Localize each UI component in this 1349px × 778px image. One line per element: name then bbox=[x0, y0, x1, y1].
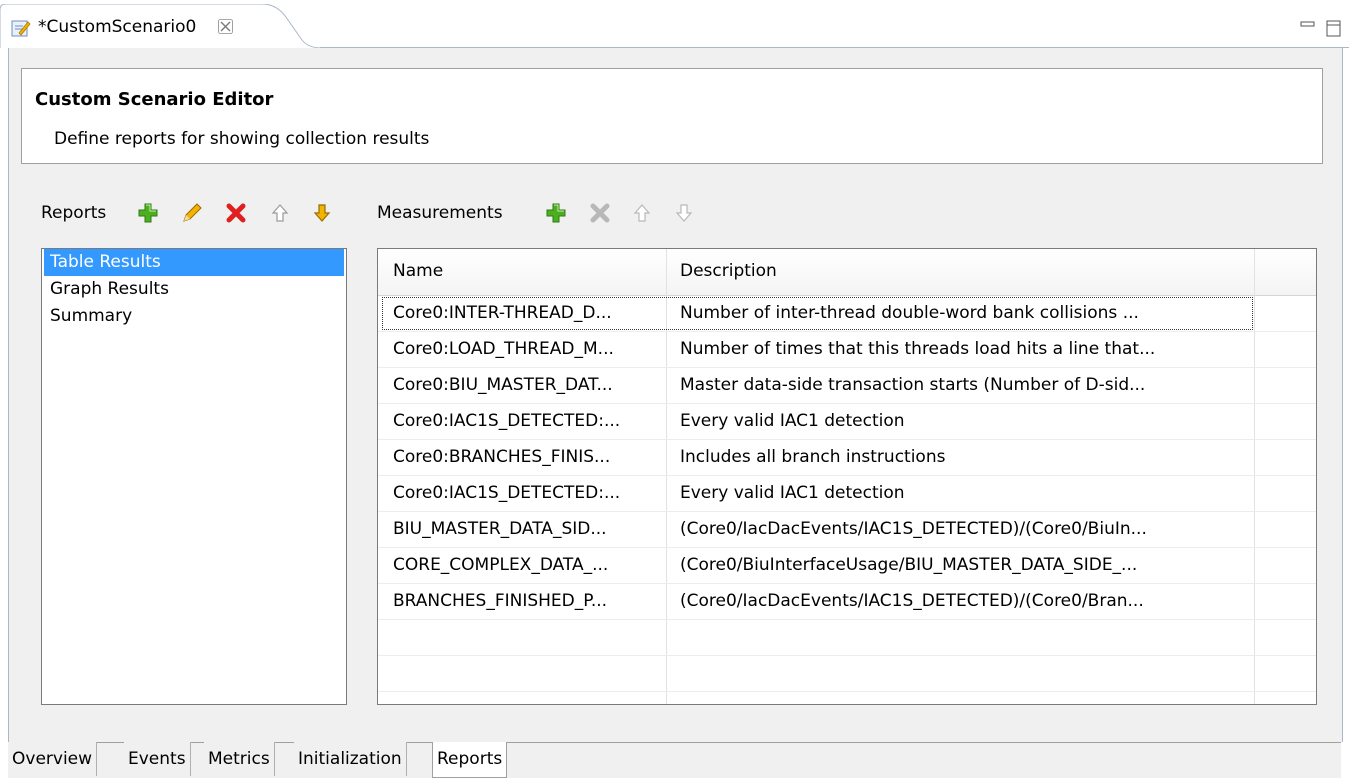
view-controls bbox=[1299, 20, 1343, 40]
list-item[interactable]: Summary bbox=[44, 303, 344, 330]
table-row[interactable]: Core0:IAC1S_DETECTED:... Every valid IAC… bbox=[378, 404, 1316, 440]
table-row[interactable]: CORE_COMPLEX_DATA_... (Core0/BiuInterfac… bbox=[378, 548, 1316, 584]
minimize-icon[interactable] bbox=[1299, 20, 1317, 38]
column-header-description[interactable]: Description bbox=[680, 261, 777, 281]
reports-label: Reports bbox=[41, 203, 107, 223]
tab-initialization[interactable]: Initialization bbox=[294, 742, 407, 776]
close-icon[interactable] bbox=[218, 19, 233, 34]
column-header-name[interactable]: Name bbox=[393, 261, 443, 281]
cell-name: BIU_MASTER_DATA_SID... bbox=[393, 519, 607, 539]
measurements-table[interactable]: Name Description Core0:INTER-THREAD_D...… bbox=[377, 248, 1317, 705]
cell-description: Includes all branch instructions bbox=[680, 447, 946, 467]
add-icon[interactable] bbox=[137, 202, 159, 224]
page-description: Define reports for showing collection re… bbox=[54, 129, 430, 149]
edit-document-icon bbox=[11, 18, 31, 38]
table-header: Name Description bbox=[378, 249, 1316, 296]
editor-header: Custom Scenario Editor Define reports fo… bbox=[21, 68, 1323, 164]
cell-name: Core0:IAC1S_DETECTED:... bbox=[393, 483, 621, 503]
editor-body: Custom Scenario Editor Define reports fo… bbox=[8, 48, 1343, 742]
cell-description: (Core0/BiuInterfaceUsage/BIU_MASTER_DATA… bbox=[680, 555, 1138, 575]
cell-description: Number of times that this threads load h… bbox=[680, 339, 1156, 359]
cell-name: Core0:INTER-THREAD_D... bbox=[393, 303, 612, 323]
table-row[interactable]: Core0:LOAD_THREAD_M... Number of times t… bbox=[378, 332, 1316, 368]
tab-reports[interactable]: Reports bbox=[432, 742, 508, 778]
table-row[interactable]: Core0:BRANCHES_FINIS... Includes all bra… bbox=[378, 440, 1316, 476]
delete-icon[interactable] bbox=[225, 202, 247, 224]
editor-tab-strip: *CustomScenario0 bbox=[0, 0, 1349, 48]
page-title: Custom Scenario Editor bbox=[35, 89, 274, 110]
move-up-icon[interactable] bbox=[269, 202, 291, 224]
reports-list[interactable]: Table Results Graph Results Summary bbox=[41, 248, 347, 705]
cell-description: Every valid IAC1 detection bbox=[680, 411, 905, 431]
measurements-label: Measurements bbox=[377, 203, 503, 223]
editor-tab-title: *CustomScenario0 bbox=[38, 17, 197, 37]
table-row[interactable]: BRANCHES_FINISHED_P... (Core0/IacDacEven… bbox=[378, 584, 1316, 620]
cell-description: Master data-side transaction starts (Num… bbox=[680, 375, 1146, 395]
list-item[interactable]: Table Results bbox=[44, 249, 344, 276]
move-down-icon[interactable] bbox=[311, 202, 333, 224]
maximize-icon[interactable] bbox=[1325, 20, 1343, 38]
tab-events[interactable]: Events bbox=[124, 742, 191, 776]
cell-description: Every valid IAC1 detection bbox=[680, 483, 905, 503]
cell-name: Core0:BRANCHES_FINIS... bbox=[393, 447, 611, 467]
cell-name: CORE_COMPLEX_DATA_... bbox=[393, 555, 609, 575]
delete-icon-disabled bbox=[589, 202, 611, 224]
tab-metrics[interactable]: Metrics bbox=[204, 742, 275, 776]
editor-tab-customscenario[interactable]: *CustomScenario0 bbox=[0, 4, 322, 48]
cell-name: Core0:LOAD_THREAD_M... bbox=[393, 339, 614, 359]
table-row[interactable]: BIU_MASTER_DATA_SID... (Core0/IacDacEven… bbox=[378, 512, 1316, 548]
edit-icon[interactable] bbox=[181, 202, 203, 224]
cell-description: Number of inter-thread double-word bank … bbox=[680, 303, 1139, 323]
cell-description: (Core0/IacDacEvents/IAC1S_DETECTED)/(Cor… bbox=[680, 519, 1147, 539]
list-item[interactable]: Graph Results bbox=[44, 276, 344, 303]
table-row[interactable]: Core0:BIU_MASTER_DAT... Master data-side… bbox=[378, 368, 1316, 404]
empty-row bbox=[378, 620, 1316, 656]
page-tab-bar: Overview Events Metrics Initialization R… bbox=[8, 742, 1341, 778]
cell-description: (Core0/IacDacEvents/IAC1S_DETECTED)/(Cor… bbox=[680, 591, 1144, 611]
table-row[interactable]: Core0:INTER-THREAD_D... Number of inter-… bbox=[378, 296, 1316, 332]
table-row[interactable]: Core0:IAC1S_DETECTED:... Every valid IAC… bbox=[378, 476, 1316, 512]
cell-name: Core0:BIU_MASTER_DAT... bbox=[393, 375, 613, 395]
cell-name: BRANCHES_FINISHED_P... bbox=[393, 591, 608, 611]
add-icon[interactable] bbox=[545, 202, 567, 224]
tab-overview[interactable]: Overview bbox=[8, 742, 98, 776]
move-down-icon-disabled bbox=[673, 202, 695, 224]
move-up-icon-disabled bbox=[631, 202, 653, 224]
cell-name: Core0:IAC1S_DETECTED:... bbox=[393, 411, 621, 431]
empty-row bbox=[378, 656, 1316, 692]
